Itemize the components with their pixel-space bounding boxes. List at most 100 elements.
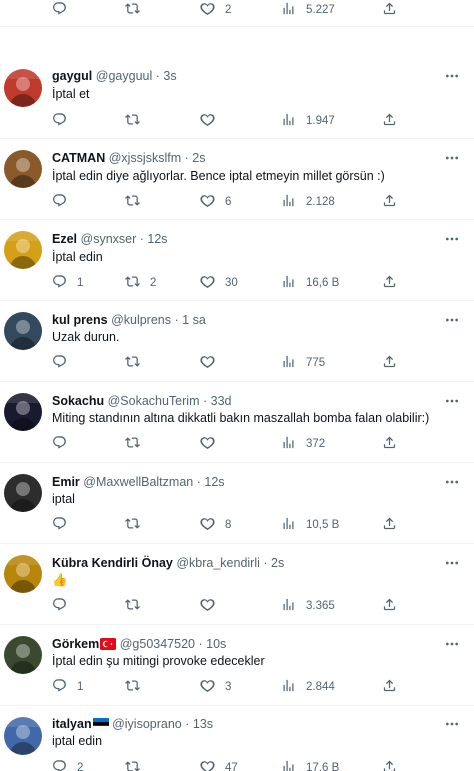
display-name[interactable]: gaygul: [52, 69, 92, 83]
display-name[interactable]: Emir: [52, 475, 80, 489]
like-button[interactable]: [200, 597, 225, 615]
more-icon[interactable]: [444, 636, 460, 652]
share-button[interactable]: [382, 1, 397, 19]
share-button[interactable]: [382, 112, 397, 130]
tweet[interactable]: kul prens @kulprens · 1 sa Uzak durun. 775: [0, 301, 474, 382]
tweet[interactable]: Emir @MaxwellBaltzman · 12s iptal 8 10,5 B: [0, 463, 474, 544]
views-button[interactable]: 5.227: [281, 1, 335, 19]
views-button[interactable]: 775: [281, 354, 325, 372]
share-button[interactable]: [382, 516, 397, 534]
display-name[interactable]: CATMAN: [52, 151, 105, 165]
user-handle[interactable]: @iyisoprano: [112, 717, 182, 731]
reply-button[interactable]: 1: [52, 678, 83, 696]
tweet[interactable]: Kübra Kendirli Önay @kbra_kendirli · 2s 👍…: [0, 544, 474, 625]
timestamp[interactable]: 12s: [147, 232, 167, 246]
share-button[interactable]: [382, 597, 397, 615]
user-handle[interactable]: @kbra_kendirli: [176, 556, 260, 570]
avatar[interactable]: [4, 312, 42, 350]
retweet-button[interactable]: [125, 678, 150, 696]
user-handle[interactable]: @SokachuTerim: [108, 394, 200, 408]
display-name[interactable]: Ezel: [52, 232, 77, 246]
tweet[interactable]: italyan @iyisoprano · 13s iptal edin 2 47 17…: [0, 706, 474, 771]
like-button[interactable]: [200, 435, 225, 453]
retweet-button[interactable]: [125, 435, 150, 453]
timestamp[interactable]: 2s: [192, 151, 205, 165]
timestamp[interactable]: 12s: [204, 475, 224, 489]
tweet[interactable]: Sokachu @SokachuTerim · 33d Miting standı…: [0, 382, 474, 463]
timestamp[interactable]: 33d: [211, 394, 232, 408]
views-button[interactable]: 2.844: [281, 678, 335, 696]
reply-button[interactable]: 2: [52, 759, 83, 771]
like-button[interactable]: 3: [200, 678, 231, 696]
like-button[interactable]: 8: [200, 516, 231, 534]
more-icon[interactable]: [444, 716, 460, 732]
views-button[interactable]: 3.365: [281, 597, 335, 615]
user-handle[interactable]: @gayguul: [96, 69, 152, 83]
user-handle[interactable]: @MaxwellBaltzman: [83, 475, 193, 489]
display-name[interactable]: Kübra Kendirli Önay: [52, 556, 173, 570]
more-icon[interactable]: [444, 231, 460, 247]
reply-button[interactable]: [52, 193, 77, 211]
display-name[interactable]: kul prens: [52, 313, 108, 327]
avatar[interactable]: [4, 393, 42, 431]
reply-button[interactable]: [52, 354, 77, 372]
display-name[interactable]: italyan: [52, 717, 92, 731]
reply-button[interactable]: [52, 516, 77, 534]
avatar[interactable]: [4, 474, 42, 512]
retweet-button[interactable]: 2: [125, 274, 156, 292]
more-icon[interactable]: [444, 150, 460, 166]
share-button[interactable]: [382, 193, 397, 211]
avatar[interactable]: [4, 636, 42, 674]
retweet-button[interactable]: [125, 112, 150, 130]
like-button[interactable]: 2: [200, 1, 231, 19]
tweet[interactable]: Ezel @synxser · 12s İptal edin 1 2 30 16,6 B: [0, 220, 474, 301]
views-button[interactable]: 372: [281, 435, 325, 453]
like-button[interactable]: [200, 354, 225, 372]
views-button[interactable]: 1.947: [281, 112, 335, 130]
avatar[interactable]: [4, 150, 42, 188]
timestamp[interactable]: 3s: [163, 69, 176, 83]
user-handle[interactable]: @synxser: [81, 232, 137, 246]
tweet[interactable]: gaygul @gayguul · 3s İptal et 1.947: [0, 57, 474, 139]
retweet-button[interactable]: [125, 759, 150, 771]
retweet-button[interactable]: [125, 193, 150, 211]
display-name[interactable]: Görkem: [52, 637, 99, 651]
like-button[interactable]: 30: [200, 274, 238, 292]
timestamp[interactable]: 2s: [271, 556, 284, 570]
share-button[interactable]: [382, 435, 397, 453]
user-handle[interactable]: @g50347520: [120, 637, 195, 651]
share-button[interactable]: [382, 759, 397, 771]
retweet-button[interactable]: [125, 597, 150, 615]
like-button[interactable]: 47: [200, 759, 238, 771]
avatar[interactable]: [4, 231, 42, 269]
share-button[interactable]: [382, 354, 397, 372]
tweet[interactable]: CATMAN @xjssjskslfm · 2s İptal edin diye …: [0, 139, 474, 220]
share-button[interactable]: [382, 678, 397, 696]
more-icon[interactable]: [444, 312, 460, 328]
user-handle[interactable]: @xjssjskslfm: [109, 151, 181, 165]
reply-button[interactable]: [52, 112, 77, 130]
share-button[interactable]: [382, 274, 397, 292]
timestamp[interactable]: 13s: [193, 717, 213, 731]
more-icon[interactable]: [444, 393, 460, 409]
more-icon[interactable]: [444, 68, 460, 84]
user-handle[interactable]: @kulprens: [111, 313, 171, 327]
avatar[interactable]: [4, 555, 42, 593]
reply-button[interactable]: [52, 597, 77, 615]
retweet-button[interactable]: [125, 1, 150, 19]
tweet[interactable]: İptal edilsin25.227: [0, 0, 474, 27]
reply-button[interactable]: 1: [52, 274, 83, 292]
reply-button[interactable]: [52, 1, 77, 19]
display-name[interactable]: Sokachu: [52, 394, 104, 408]
views-button[interactable]: 17,6 B: [281, 759, 339, 771]
avatar[interactable]: [4, 717, 42, 755]
avatar[interactable]: [4, 69, 42, 107]
like-button[interactable]: [200, 112, 225, 130]
timestamp[interactable]: 10s: [206, 637, 226, 651]
more-icon[interactable]: [444, 555, 460, 571]
like-button[interactable]: 6: [200, 193, 231, 211]
views-button[interactable]: 10,5 B: [281, 516, 339, 534]
more-icon[interactable]: [444, 474, 460, 490]
timestamp[interactable]: 1 sa: [182, 313, 206, 327]
retweet-button[interactable]: [125, 516, 150, 534]
